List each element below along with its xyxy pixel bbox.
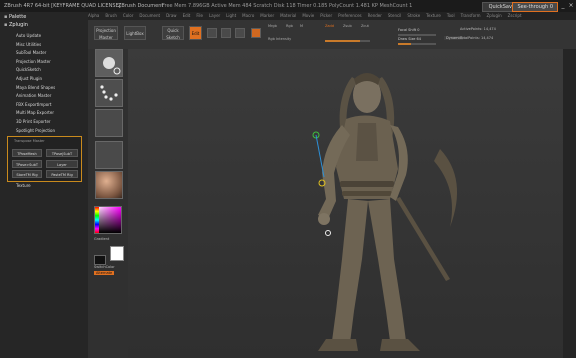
menu-file[interactable]: File (196, 13, 203, 18)
menu-render[interactable]: Render (368, 13, 382, 18)
scale-icon[interactable] (235, 28, 245, 38)
menu-texture[interactable]: Texture (426, 13, 441, 18)
gradient-label[interactable]: Gradient (94, 237, 109, 241)
color-picker[interactable] (94, 206, 122, 234)
zplugin-item-animation-master[interactable]: Animation Master (16, 93, 51, 98)
zplugin-item-fbx-exportimport[interactable]: FBX ExportImport (16, 102, 51, 107)
menu-zscript[interactable]: Zscript (508, 13, 522, 18)
menu-preferences[interactable]: Preferences (338, 13, 362, 18)
material-thumbnail[interactable] (95, 171, 123, 199)
focal-shift-slider[interactable] (398, 34, 436, 36)
brush-icon (103, 57, 121, 75)
alternate-button[interactable]: Alternate (94, 271, 115, 275)
transpose-master-title: Transpose Master (14, 139, 45, 143)
close-icon[interactable]: × (567, 2, 575, 10)
mrgb-label[interactable]: Mrgb (268, 24, 277, 28)
rgb-label[interactable]: Rgb (286, 24, 293, 28)
menu-brush[interactable]: Brush (105, 13, 117, 18)
menu-picker[interactable]: Picker (320, 13, 332, 18)
switch-color-label[interactable]: SwitchColor (94, 265, 115, 269)
menu-draw[interactable]: Draw (166, 13, 176, 18)
zadd-slider-fill (325, 40, 361, 42)
menu-transform[interactable]: Transform (461, 13, 481, 18)
menu-color[interactable]: Color (123, 13, 133, 18)
m-label[interactable]: M (300, 24, 303, 28)
active-points: ActivePoints: 14,474 (460, 27, 496, 31)
zplugin-item-3d-print-exporter[interactable]: 3D Print Exporter (16, 119, 51, 124)
zcut-label[interactable]: Zcut (361, 24, 369, 28)
status-stats: Free Mem 7.896GB Active Mem 484 Scratch … (162, 3, 413, 9)
dots-stroke-icon (100, 85, 118, 101)
menu-marker[interactable]: Marker (260, 13, 274, 18)
menu-alpha[interactable]: Alpha (88, 13, 99, 18)
edit-button[interactable]: Edit (189, 26, 202, 40)
menu-tool[interactable]: Tool (447, 13, 455, 18)
projection-master-button[interactable]: Projection Master (94, 26, 118, 40)
quicksketch-button[interactable]: Quick Sketch (162, 26, 184, 40)
draw-size-label[interactable]: Draw Size 64 (398, 37, 421, 41)
tpose-subt-button[interactable]: TPose|SubT (46, 149, 78, 157)
brush-thumbnail[interactable] (95, 49, 123, 77)
zplugin-item-auto-update[interactable]: Auto Update (16, 33, 41, 38)
zplugin-item-adjust-plugin[interactable]: Adjust Plugin (16, 76, 42, 81)
layer-button[interactable]: Layer (46, 160, 78, 168)
rotate-icon[interactable] (251, 28, 261, 38)
zsub-label[interactable]: Zsub (343, 24, 352, 28)
zplugin-item-quicksketch[interactable]: QuickSketch (16, 67, 41, 72)
paste-tm-rig-button[interactable]: PasteTM Rig (46, 170, 78, 178)
character-model[interactable] (128, 49, 576, 358)
see-through-slider[interactable]: See-through 0 (512, 2, 558, 12)
tool-column: Gradient SwitchColor Alternate (88, 49, 128, 358)
main-color-swatch[interactable] (110, 246, 124, 261)
texture-thumbnail[interactable] (95, 141, 123, 169)
total-points: TotalPoints: 14,474 (460, 36, 494, 40)
zplugin-item-projection-master[interactable]: Projection Master (16, 59, 51, 64)
menu-material[interactable]: Material (280, 13, 296, 18)
menu-stroke[interactable]: Stroke (407, 13, 420, 18)
alpha-thumbnail[interactable] (95, 109, 123, 137)
zplugin-item-multi-map-exporter[interactable]: Multi Map Exporter (16, 110, 54, 115)
draw-size-slider-fill (398, 43, 412, 45)
menu-macro[interactable]: Macro (242, 13, 254, 18)
right-dock (563, 49, 576, 358)
lightbox-button[interactable]: LightBox (124, 26, 146, 40)
canvas[interactable] (128, 49, 576, 358)
draw-icon[interactable] (207, 28, 217, 38)
menu-movie[interactable]: Movie (302, 13, 314, 18)
app-title: ZBrush 4R7 64-bit [KEYFRAME QUAD LICENSE… (4, 3, 121, 9)
transpose-master-panel: Transpose Master TPoseMesh TPose|SubT TP… (7, 136, 82, 182)
minimize-icon[interactable]: _ (559, 2, 567, 10)
left-tray: ▪ Palette ▪ Zplugin Auto Update Misc Util… (0, 12, 88, 358)
zadd-label[interactable]: Zadd (325, 24, 334, 28)
zplugin-item-maya-blend-shapes[interactable]: Maya Blend Shapes (16, 85, 55, 90)
store-tm-rig-button[interactable]: StoreTM Rig (12, 170, 42, 178)
zplugin-item-misc-utilities[interactable]: Misc Utilities (16, 42, 41, 47)
focal-shift-label[interactable]: Focal Shift 0 (398, 28, 419, 32)
zplugin-header[interactable]: ▪ Zplugin (4, 22, 28, 28)
menu-edit[interactable]: Edit (183, 13, 191, 18)
menu-layer[interactable]: Layer (209, 13, 220, 18)
rgb-intensity-label[interactable]: Rgb Intensity (268, 37, 291, 41)
menu-stencil[interactable]: Stencil (388, 13, 402, 18)
tpose-to-subt-button[interactable]: TPose>SubT (12, 160, 42, 168)
zadd-slider[interactable] (325, 40, 370, 42)
menu-bar: Alpha Brush Color Document Draw Edit File Layer… (88, 12, 576, 20)
zplugin-item-subtool-master[interactable]: SubTool Master (16, 50, 46, 55)
palette-header[interactable]: ▪ Palette (4, 14, 26, 20)
draw-size-slider[interactable] (398, 43, 436, 45)
hue-strip[interactable] (95, 207, 99, 233)
move-icon[interactable] (221, 28, 231, 38)
zplugin-item-spotlight-projection[interactable]: Spotlight Projection (16, 128, 55, 133)
tposemesh-button[interactable]: TPoseMesh (12, 149, 42, 157)
stroke-thumbnail[interactable] (95, 79, 123, 107)
menu-zplugin[interactable]: Zplugin (487, 13, 502, 18)
secondary-color-swatch[interactable] (94, 255, 106, 265)
menu-document[interactable]: Document (139, 13, 160, 18)
menu-light[interactable]: Light (226, 13, 236, 18)
top-shelf: Projection Master LightBox Quick Sketch … (88, 20, 576, 49)
texture-item[interactable]: Texture (16, 183, 31, 188)
document-label: ZBrush Document (118, 3, 164, 9)
